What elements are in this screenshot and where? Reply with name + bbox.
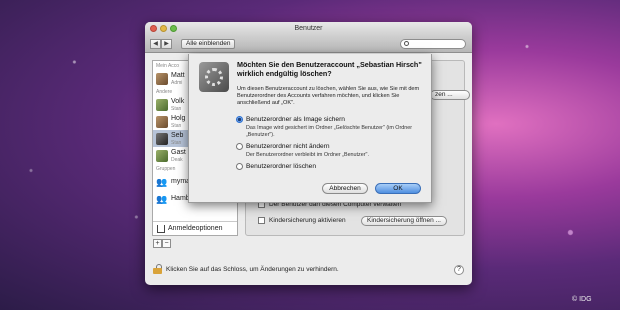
lock-row: Klicken Sie auf das Schloss, um Änderung… (153, 264, 339, 274)
add-user-button[interactable]: + (153, 239, 162, 248)
toolbar: ◀ ▶ Alle einblenden (145, 36, 472, 53)
search-input[interactable] (400, 39, 466, 49)
remove-user-button[interactable]: − (162, 239, 171, 248)
avatar (156, 149, 168, 162)
user-name: Volk (171, 97, 185, 105)
group-icon: 👥 (156, 193, 168, 204)
option-label: Benutzerordner löschen (246, 163, 317, 170)
lock-text: Klicken Sie auf das Schloss, um Änderung… (166, 265, 339, 273)
add-remove-buttons: + − (153, 239, 171, 248)
parental-checkbox-label: Kindersicherung aktivieren (269, 217, 346, 224)
user-role: Admi (171, 79, 183, 86)
avatar (156, 115, 168, 128)
option-description: Das Image wird gesichert im Ordner „Gelö… (246, 125, 413, 138)
cancel-button[interactable]: Abbrechen (322, 183, 368, 194)
user-role: Stan (171, 139, 182, 146)
help-button[interactable]: ? (454, 265, 464, 275)
pane-button[interactable]: zen ... (430, 90, 470, 100)
avatar (156, 72, 168, 85)
dialog-description: Um diesen Benutzeraccount zu löschen, wä… (237, 86, 420, 106)
option-description: Der Benutzerordner verbleibt im Ordner „… (246, 152, 369, 158)
login-options-item[interactable]: Anmeldeoptionen (153, 221, 237, 235)
user-role: Stan (171, 122, 182, 129)
parental-checkbox-row[interactable]: Kindersicherung aktivieren (258, 217, 346, 224)
close-button[interactable] (150, 25, 157, 32)
user-name: Seb (171, 131, 184, 139)
back-button[interactable]: ◀ (150, 39, 161, 49)
user-role: Stan (171, 105, 182, 112)
lock-icon[interactable] (153, 264, 162, 274)
title-bar: Benutzer (145, 22, 472, 36)
login-options-label: Anmeldeoptionen (168, 225, 223, 232)
radio-save-as-image[interactable] (236, 116, 243, 123)
user-name: Gast (171, 148, 186, 156)
zoom-button[interactable] (170, 25, 177, 32)
group-icon: 👥 (156, 176, 168, 187)
radio-delete-folder[interactable] (236, 163, 243, 170)
search-icon (404, 41, 409, 46)
option-delete-folder[interactable]: Benutzerordner löschen (236, 163, 316, 170)
avatar (156, 132, 168, 145)
user-name: Matt (171, 71, 185, 79)
gear-icon (205, 68, 223, 86)
house-icon (157, 224, 165, 233)
option-do-not-change[interactable]: Benutzerordner nicht ändern (236, 143, 330, 150)
user-role: Deak (171, 156, 183, 163)
nav-buttons: ◀ ▶ (150, 39, 172, 49)
open-parental-controls-button[interactable]: Kindersicherung öffnen ... (361, 216, 447, 226)
ok-button[interactable]: OK (375, 183, 421, 194)
copyright-credit: © IDG (572, 296, 592, 303)
system-preferences-icon (199, 62, 229, 92)
delete-user-dialog: Möchten Sie den Benutzeraccount „Sebasti… (188, 54, 432, 203)
user-name: Holg (171, 114, 186, 122)
forward-button[interactable]: ▶ (161, 39, 172, 49)
minimize-button[interactable] (160, 25, 167, 32)
avatar (156, 98, 168, 111)
option-save-as-image[interactable]: Benutzerordner als Image sichern (236, 116, 345, 123)
window-title: Benutzer (294, 25, 323, 32)
radio-do-not-change[interactable] (236, 143, 243, 150)
show-all-button[interactable]: Alle einblenden (181, 39, 236, 49)
window-controls (150, 25, 177, 32)
parental-checkbox[interactable] (258, 217, 265, 224)
dialog-title: Möchten Sie den Benutzeraccount „Sebasti… (237, 60, 422, 78)
option-label: Benutzerordner nicht ändern (246, 143, 330, 150)
option-label: Benutzerordner als Image sichern (246, 116, 345, 123)
